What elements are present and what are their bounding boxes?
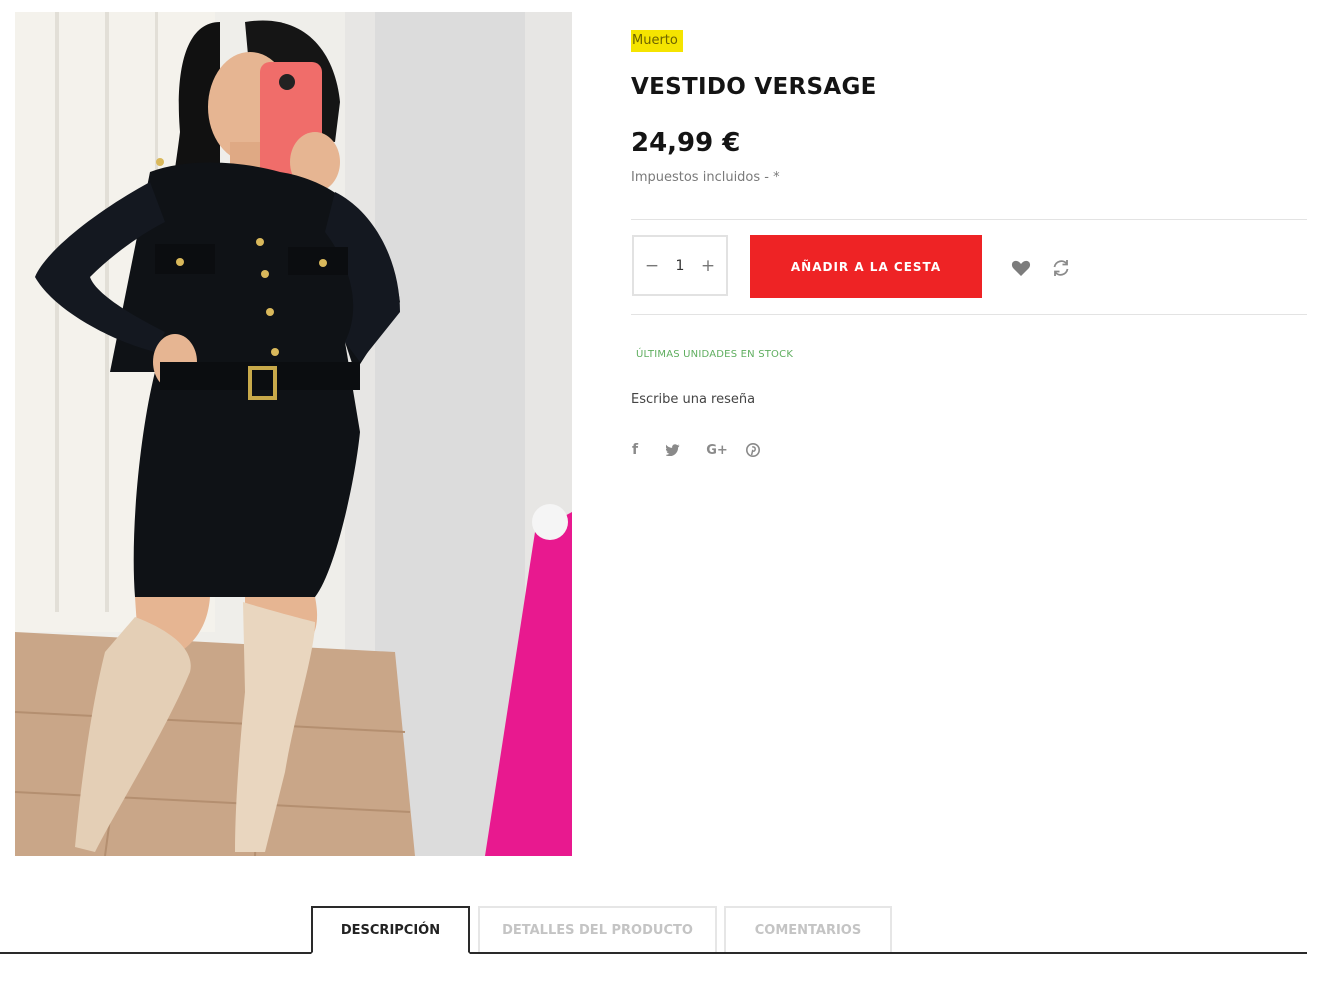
heart-icon[interactable] (1010, 257, 1032, 279)
write-review-link[interactable]: Escribe una reseña (631, 392, 755, 407)
quantity-increase-button[interactable]: + (698, 256, 718, 276)
tab-description[interactable]: DESCRIPCIÓN (311, 906, 470, 954)
quantity-stepper: − 1 + (632, 235, 728, 296)
divider-bottom (631, 314, 1307, 315)
facebook-icon[interactable]: f (630, 441, 640, 459)
add-to-cart-button[interactable]: AÑADIR A LA CESTA (750, 235, 982, 298)
divider-top (631, 219, 1307, 220)
product-page: Muerto VESTIDO VERSAGE 24,99 € Impuestos… (0, 0, 1337, 991)
twitter-icon[interactable] (666, 441, 680, 459)
tab-comments[interactable]: COMENTARIOS (724, 906, 892, 952)
stock-status: ÚLTIMAS UNIDADES EN STOCK (636, 349, 794, 360)
tab-product-details[interactable]: DETALLES DEL PRODUCTO (478, 906, 717, 952)
product-price: 24,99 € (631, 128, 741, 158)
google-plus-icon[interactable]: G+ (706, 441, 728, 459)
tax-note: Impuestos incluidos - * (631, 170, 780, 185)
brand-badge[interactable]: Muerto (631, 30, 683, 52)
pinterest-icon[interactable] (746, 441, 760, 459)
product-title: VESTIDO VERSAGE (631, 74, 877, 100)
quantity-input[interactable]: 1 (665, 258, 695, 274)
product-image[interactable] (15, 12, 572, 856)
refresh-icon[interactable] (1050, 257, 1072, 279)
social-share: f G+ (630, 441, 782, 459)
quantity-decrease-button[interactable]: − (642, 256, 662, 276)
tabs-underline (0, 952, 1307, 954)
